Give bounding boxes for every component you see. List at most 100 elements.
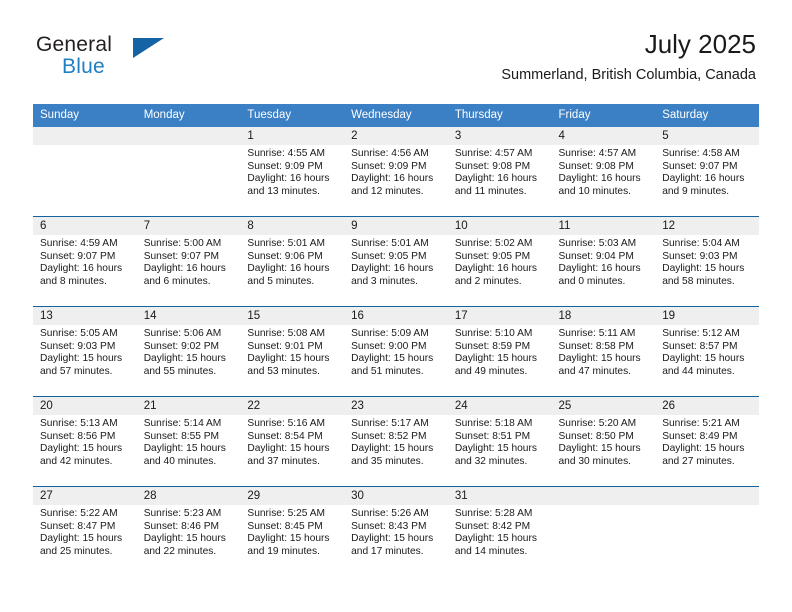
calendar-day-cell[interactable]: 15 Sunrise: 5:08 AM Sunset: 9:01 PM Dayligh… xyxy=(240,306,345,397)
calendar-day-cell[interactable]: 26 Sunrise: 5:21 AM Sunset: 8:49 PM Dayligh… xyxy=(655,396,759,487)
day-cell-content: 31 Sunrise: 5:28 AM Sunset: 8:42 PM Dayligh… xyxy=(447,487,552,576)
sunset-text: Sunset: 9:02 PM xyxy=(143,340,220,352)
calendar-day-cell[interactable]: 23 Sunrise: 5:17 AM Sunset: 8:52 PM Dayligh… xyxy=(344,396,448,487)
daylight-text-line1: Daylight: 16 hours xyxy=(351,263,434,275)
day-details: Sunrise: 5:03 AM Sunset: 9:04 PM Daylight:… xyxy=(552,235,656,288)
sunrise-text: Sunrise: 4:57 AM xyxy=(558,148,637,159)
daylight-text-line1: Daylight: 15 hours xyxy=(454,353,537,365)
sunset-text: Sunset: 9:07 PM xyxy=(662,160,738,172)
calendar-day-cell[interactable]: 28 Sunrise: 5:23 AM Sunset: 8:46 PM Dayligh… xyxy=(136,486,241,576)
daylight-text-line2: and 49 minutes. xyxy=(454,365,528,377)
calendar-day-cell[interactable]: 4 Sunrise: 4:57 AM Sunset: 9:08 PM Daylight… xyxy=(551,127,656,217)
page-header: General Blue July 2025 Summerland, Briti… xyxy=(0,0,792,100)
calendar-day-cell[interactable]: 13 Sunrise: 5:05 AM Sunset: 9:03 PM Dayligh… xyxy=(33,306,137,397)
day-cell-content xyxy=(136,127,241,216)
calendar-day-cell[interactable]: 8 Sunrise: 5:01 AM Sunset: 9:06 PM Daylight… xyxy=(240,216,345,307)
day-cell-content: 10 Sunrise: 5:02 AM Sunset: 9:05 PM Dayligh… xyxy=(447,217,552,306)
daylight-text-line2: and 22 minutes. xyxy=(143,545,217,557)
daylight-text-line2: and 55 minutes. xyxy=(143,365,217,377)
calendar-day-cell[interactable]: 22 Sunrise: 5:16 AM Sunset: 8:54 PM Dayligh… xyxy=(240,396,345,487)
calendar-week-row: 1 Sunrise: 4:55 AM Sunset: 9:09 PM Daylight… xyxy=(33,127,759,217)
calendar-day-cell xyxy=(136,127,241,217)
calendar-day-cell[interactable]: 31 Sunrise: 5:28 AM Sunset: 8:42 PM Dayligh… xyxy=(447,486,552,576)
calendar-day-cell[interactable]: 18 Sunrise: 5:11 AM Sunset: 8:58 PM Dayligh… xyxy=(551,306,656,397)
sunrise-text: Sunrise: 5:16 AM xyxy=(247,418,325,429)
daylight-text-line2: and 53 minutes. xyxy=(247,365,320,377)
calendar-day-cell[interactable]: 10 Sunrise: 5:02 AM Sunset: 9:05 PM Dayligh… xyxy=(447,216,552,307)
daylight-text-line2: and 30 minutes. xyxy=(558,455,632,467)
sunset-text: Sunset: 9:07 PM xyxy=(143,250,220,262)
sunrise-text: Sunrise: 5:18 AM xyxy=(454,418,533,429)
calendar-day-cell[interactable]: 9 Sunrise: 5:01 AM Sunset: 9:05 PM Daylight… xyxy=(344,216,448,307)
sunset-text: Sunset: 9:01 PM xyxy=(247,340,323,352)
sunrise-text: Sunrise: 5:20 AM xyxy=(558,418,637,429)
daylight-text-line2: and 32 minutes. xyxy=(454,455,528,467)
calendar-day-cell[interactable]: 6 Sunrise: 4:59 AM Sunset: 9:07 PM Daylight… xyxy=(33,216,137,307)
calendar-day-cell[interactable]: 20 Sunrise: 5:13 AM Sunset: 8:56 PM Dayligh… xyxy=(33,396,137,487)
day-number: 1 xyxy=(240,127,345,145)
daylight-text-line1: Daylight: 15 hours xyxy=(662,353,745,365)
calendar-day-cell[interactable]: 14 Sunrise: 5:06 AM Sunset: 9:02 PM Dayligh… xyxy=(136,306,241,397)
sunrise-text: Sunrise: 5:25 AM xyxy=(247,508,325,519)
day-number: 19 xyxy=(655,307,759,325)
calendar-day-cell[interactable]: 7 Sunrise: 5:00 AM Sunset: 9:07 PM Daylight… xyxy=(136,216,241,307)
page-title: July 2025 xyxy=(644,29,756,59)
sunset-text: Sunset: 9:09 PM xyxy=(351,160,427,172)
day-cell-content: 26 Sunrise: 5:21 AM Sunset: 8:49 PM Dayligh… xyxy=(655,397,759,486)
calendar-day-cell[interactable]: 2 Sunrise: 4:56 AM Sunset: 9:09 PM Daylight… xyxy=(344,127,448,217)
day-cell-content xyxy=(551,487,656,576)
daylight-text-line1: Daylight: 15 hours xyxy=(143,533,226,545)
day-number: 27 xyxy=(33,487,137,505)
calendar-day-cell[interactable]: 3 Sunrise: 4:57 AM Sunset: 9:08 PM Daylight… xyxy=(447,127,552,217)
day-cell-content: 30 Sunrise: 5:26 AM Sunset: 8:43 PM Dayligh… xyxy=(344,487,448,576)
daylight-text-line1: Daylight: 16 hours xyxy=(558,173,641,185)
day-cell-content: 7 Sunrise: 5:00 AM Sunset: 9:07 PM Daylight… xyxy=(136,217,241,306)
daylight-text-line1: Daylight: 15 hours xyxy=(558,443,641,455)
day-cell-content: 14 Sunrise: 5:06 AM Sunset: 9:02 PM Dayligh… xyxy=(136,307,241,396)
day-number: 13 xyxy=(33,307,137,325)
daylight-text-line2: and 9 minutes. xyxy=(662,185,730,197)
sunset-text: Sunset: 8:58 PM xyxy=(558,340,634,352)
day-details: Sunrise: 4:58 AM Sunset: 9:07 PM Daylight:… xyxy=(655,145,759,198)
daylight-text-line1: Daylight: 16 hours xyxy=(143,263,226,275)
calendar-day-cell[interactable]: 17 Sunrise: 5:10 AM Sunset: 8:59 PM Dayligh… xyxy=(447,306,552,397)
calendar-day-cell[interactable]: 24 Sunrise: 5:18 AM Sunset: 8:51 PM Dayligh… xyxy=(447,396,552,487)
daylight-text-line2: and 37 minutes. xyxy=(247,455,320,467)
day-details: Sunrise: 4:59 AM Sunset: 9:07 PM Daylight:… xyxy=(33,235,137,288)
daylight-text-line1: Daylight: 15 hours xyxy=(558,353,641,365)
calendar-day-cell[interactable]: 27 Sunrise: 5:22 AM Sunset: 8:47 PM Dayligh… xyxy=(33,486,137,576)
day-number: 20 xyxy=(33,397,137,415)
calendar-day-cell[interactable]: 25 Sunrise: 5:20 AM Sunset: 8:50 PM Dayligh… xyxy=(551,396,656,487)
sunrise-text: Sunrise: 5:22 AM xyxy=(40,508,118,519)
sunset-text: Sunset: 9:03 PM xyxy=(40,340,116,352)
daylight-text-line1: Daylight: 15 hours xyxy=(143,443,226,455)
day-details: Sunrise: 5:05 AM Sunset: 9:03 PM Daylight:… xyxy=(33,325,137,378)
calendar-day-cell[interactable]: 30 Sunrise: 5:26 AM Sunset: 8:43 PM Dayligh… xyxy=(344,486,448,576)
day-details: Sunrise: 5:23 AM Sunset: 8:46 PM Daylight:… xyxy=(137,505,241,558)
day-details: Sunrise: 5:25 AM Sunset: 8:45 PM Daylight:… xyxy=(240,505,344,558)
calendar-day-cell xyxy=(655,486,759,576)
day-details: Sunrise: 5:09 AM Sunset: 9:00 PM Daylight:… xyxy=(344,325,448,378)
day-cell-content: 8 Sunrise: 5:01 AM Sunset: 9:06 PM Daylight… xyxy=(240,217,345,306)
day-details: Sunrise: 5:12 AM Sunset: 8:57 PM Daylight:… xyxy=(655,325,759,378)
day-cell-content: 23 Sunrise: 5:17 AM Sunset: 8:52 PM Dayligh… xyxy=(344,397,448,486)
calendar-day-cell[interactable]: 19 Sunrise: 5:12 AM Sunset: 8:57 PM Dayligh… xyxy=(655,306,759,397)
sunrise-text: Sunrise: 5:10 AM xyxy=(454,328,533,339)
day-number: 8 xyxy=(240,217,345,235)
weekday-header-tuesday: Tuesday xyxy=(240,104,345,127)
daylight-text-line2: and 11 minutes. xyxy=(454,185,527,197)
calendar-day-cell[interactable]: 1 Sunrise: 4:55 AM Sunset: 9:09 PM Daylight… xyxy=(240,127,345,217)
day-details: Sunrise: 5:17 AM Sunset: 8:52 PM Daylight:… xyxy=(344,415,448,468)
calendar-day-cell[interactable]: 5 Sunrise: 4:58 AM Sunset: 9:07 PM Daylight… xyxy=(655,127,759,217)
calendar-day-cell[interactable]: 11 Sunrise: 5:03 AM Sunset: 9:04 PM Dayligh… xyxy=(551,216,656,307)
calendar-day-cell[interactable]: 12 Sunrise: 5:04 AM Sunset: 9:03 PM Dayligh… xyxy=(655,216,759,307)
weekday-header-thursday: Thursday xyxy=(447,104,552,127)
daylight-text-line2: and 12 minutes. xyxy=(351,185,424,197)
sunset-text: Sunset: 9:06 PM xyxy=(247,250,323,262)
day-details: Sunrise: 4:57 AM Sunset: 9:08 PM Daylight:… xyxy=(448,145,552,198)
calendar-day-cell[interactable]: 21 Sunrise: 5:14 AM Sunset: 8:55 PM Dayligh… xyxy=(136,396,241,487)
calendar-week-row: 6 Sunrise: 4:59 AM Sunset: 9:07 PM Daylight… xyxy=(33,216,759,307)
calendar-day-cell[interactable]: 29 Sunrise: 5:25 AM Sunset: 8:45 PM Dayligh… xyxy=(240,486,345,576)
sunset-text: Sunset: 9:08 PM xyxy=(454,160,531,172)
calendar-day-cell[interactable]: 16 Sunrise: 5:09 AM Sunset: 9:00 PM Dayligh… xyxy=(344,306,448,397)
